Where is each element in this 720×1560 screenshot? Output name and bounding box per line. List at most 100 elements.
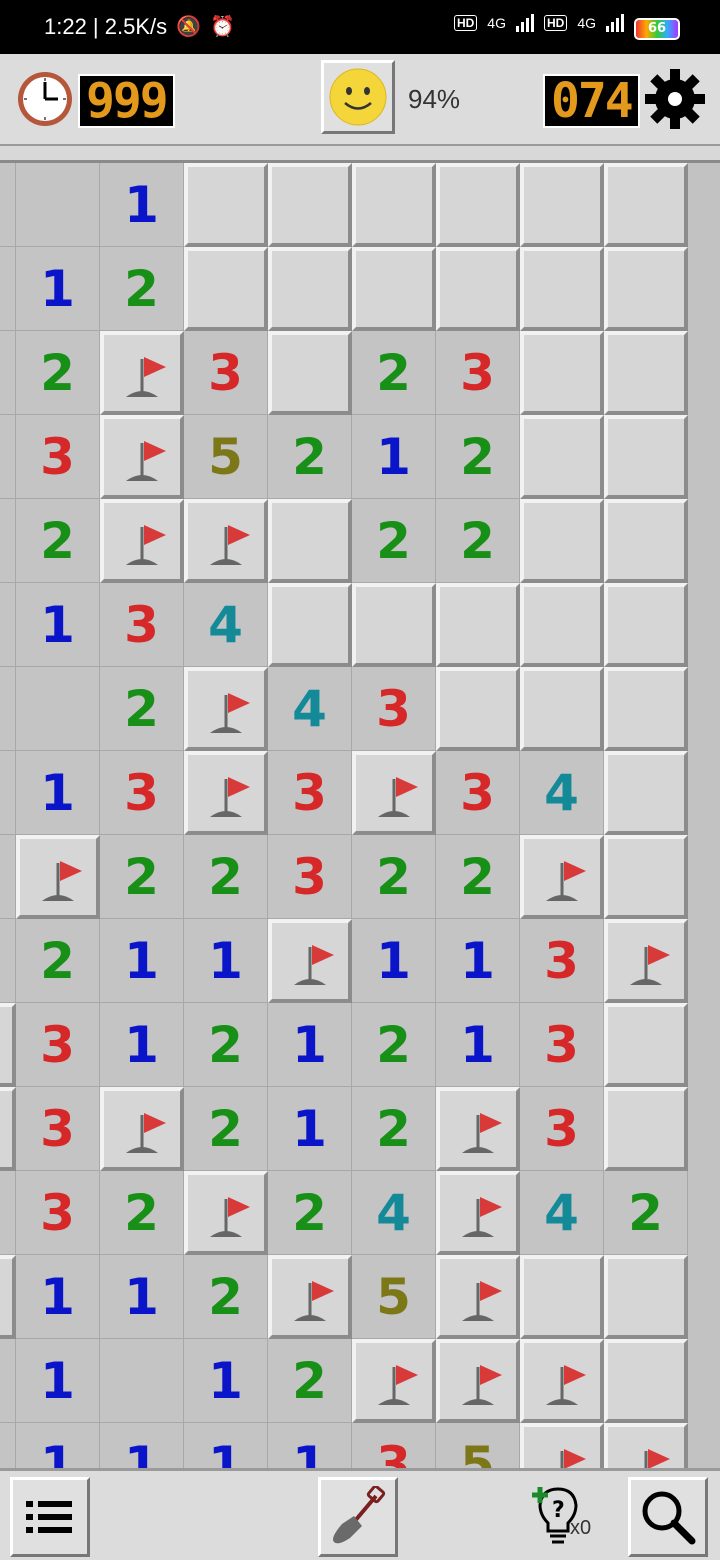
cell-empty[interactable] [0, 1423, 16, 1468]
cell-number[interactable]: 3 [352, 1423, 436, 1468]
cell-number[interactable]: 3 [436, 751, 520, 835]
cell-hidden[interactable] [520, 331, 604, 415]
cell-number[interactable]: 3 [16, 1003, 100, 1087]
cell-empty[interactable] [0, 331, 16, 415]
cell-number[interactable]: 2 [352, 499, 436, 583]
cell-hidden[interactable] [268, 583, 352, 667]
cell-empty[interactable] [0, 247, 16, 331]
cell-number[interactable]: 2 [352, 1087, 436, 1171]
cell-number[interactable]: 3 [520, 1087, 604, 1171]
cell-number[interactable]: 2 [100, 835, 184, 919]
cell-hidden[interactable] [604, 499, 688, 583]
cell-hidden[interactable] [352, 163, 436, 247]
cell-number[interactable]: 1 [268, 1423, 352, 1468]
cell-number[interactable]: 2 [16, 919, 100, 1003]
cell-empty[interactable] [0, 1339, 16, 1423]
cell-number[interactable]: 3 [520, 1003, 604, 1087]
cell-number[interactable]: 1 [16, 751, 100, 835]
cell-number[interactable]: 1 [268, 1003, 352, 1087]
cell-number[interactable]: 1 [100, 1255, 184, 1339]
cell-flagged[interactable] [520, 1423, 604, 1468]
cell-flagged[interactable] [184, 1171, 268, 1255]
cell-number[interactable]: 3 [352, 667, 436, 751]
cell-number[interactable]: 4 [520, 1171, 604, 1255]
cell-hidden[interactable] [268, 247, 352, 331]
cell-number[interactable]: 5 [436, 1423, 520, 1468]
cell-number[interactable]: 3 [100, 583, 184, 667]
reset-smiley-button[interactable] [321, 60, 395, 134]
cell-number[interactable]: 3 [520, 919, 604, 1003]
cell-hidden[interactable] [604, 415, 688, 499]
cell-number[interactable]: 2 [436, 415, 520, 499]
cell-empty[interactable] [16, 163, 100, 247]
cell-number[interactable]: 3 [16, 1087, 100, 1171]
cell-hidden[interactable] [520, 415, 604, 499]
cell-flagged[interactable] [436, 1255, 520, 1339]
cell-flagged[interactable] [184, 499, 268, 583]
cell-empty[interactable] [0, 415, 16, 499]
cell-empty[interactable] [0, 751, 16, 835]
cell-number[interactable]: 1 [100, 1423, 184, 1468]
cell-number[interactable]: 1 [16, 583, 100, 667]
cell-number[interactable]: 4 [184, 583, 268, 667]
cell-hidden[interactable] [604, 1255, 688, 1339]
cell-flagged[interactable] [184, 667, 268, 751]
cell-flagged[interactable] [100, 331, 184, 415]
cell-number[interactable]: 3 [268, 751, 352, 835]
cell-number[interactable]: 5 [184, 415, 268, 499]
cell-number[interactable]: 2 [16, 331, 100, 415]
cell-hidden[interactable] [268, 163, 352, 247]
cell-number[interactable]: 3 [268, 835, 352, 919]
cell-hidden[interactable] [436, 163, 520, 247]
cell-hidden[interactable] [604, 583, 688, 667]
cell-flagged[interactable] [604, 919, 688, 1003]
cell-number[interactable]: 2 [436, 499, 520, 583]
cell-number[interactable]: 1 [352, 415, 436, 499]
cell-number[interactable]: 2 [352, 1003, 436, 1087]
cell-number[interactable]: 2 [16, 499, 100, 583]
cell-hidden[interactable] [520, 667, 604, 751]
cell-number[interactable]: 1 [184, 1423, 268, 1468]
cell-hidden[interactable] [604, 331, 688, 415]
cell-empty[interactable] [0, 163, 16, 247]
cell-number[interactable]: 2 [100, 667, 184, 751]
cell-hidden[interactable] [520, 247, 604, 331]
cell-hidden[interactable] [520, 499, 604, 583]
cell-flagged[interactable] [520, 1339, 604, 1423]
cell-hidden[interactable] [184, 247, 268, 331]
cell-empty[interactable] [0, 667, 16, 751]
cell-hidden[interactable] [436, 247, 520, 331]
cell-number[interactable]: 1 [16, 1339, 100, 1423]
cell-hidden[interactable] [520, 1255, 604, 1339]
cell-hidden[interactable] [352, 247, 436, 331]
cell-hidden[interactable] [604, 667, 688, 751]
cell-number[interactable]: 2 [100, 1171, 184, 1255]
cell-number[interactable]: 2 [604, 1171, 688, 1255]
cell-number[interactable]: 1 [268, 1087, 352, 1171]
cell-number[interactable]: 1 [16, 247, 100, 331]
cell-empty[interactable] [0, 835, 16, 919]
cell-number[interactable]: 2 [184, 1087, 268, 1171]
cell-number[interactable]: 3 [184, 331, 268, 415]
cell-flagged[interactable] [436, 1087, 520, 1171]
cell-flagged[interactable] [16, 835, 100, 919]
cell-number[interactable]: 3 [16, 1171, 100, 1255]
zoom-button[interactable] [628, 1477, 708, 1557]
settings-gear-icon[interactable] [644, 68, 706, 130]
cell-hidden[interactable] [436, 583, 520, 667]
cell-flagged[interactable] [268, 1255, 352, 1339]
cell-number[interactable]: 2 [184, 835, 268, 919]
cell-empty[interactable] [0, 499, 16, 583]
cell-flagged[interactable] [352, 1339, 436, 1423]
cell-number[interactable]: 1 [436, 919, 520, 1003]
cell-number[interactable]: 1 [16, 1423, 100, 1468]
cell-number[interactable]: 2 [184, 1003, 268, 1087]
cell-hidden[interactable] [184, 163, 268, 247]
cell-flagged[interactable] [436, 1339, 520, 1423]
cell-number[interactable]: 5 [352, 1255, 436, 1339]
cell-number[interactable]: 4 [352, 1171, 436, 1255]
cell-hidden[interactable] [268, 499, 352, 583]
cell-hidden[interactable] [604, 1003, 688, 1087]
cell-empty[interactable] [16, 667, 100, 751]
cell-hidden[interactable] [604, 1339, 688, 1423]
